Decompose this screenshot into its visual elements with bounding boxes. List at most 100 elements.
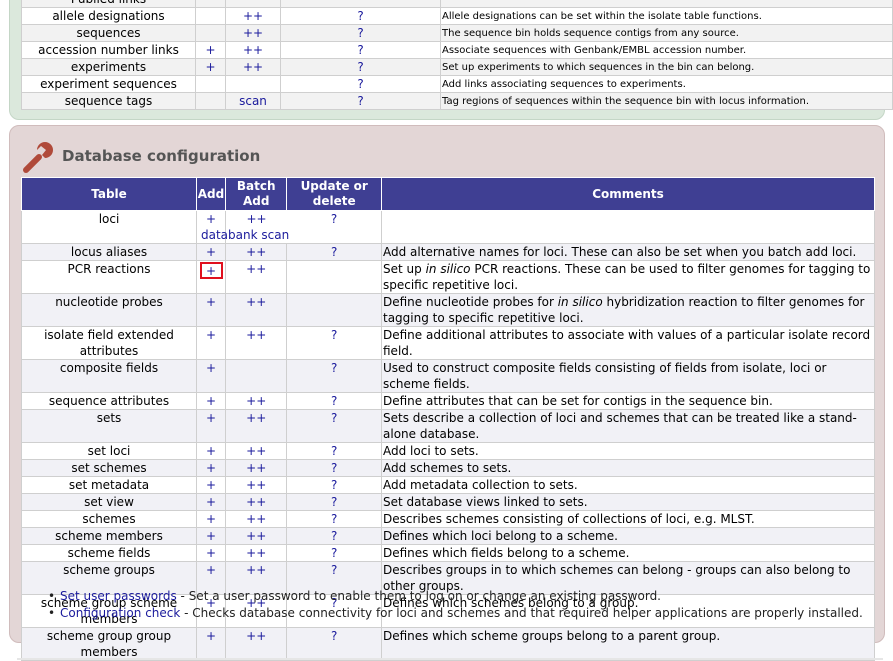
update-link[interactable]: ?	[331, 494, 337, 510]
batch-add-link[interactable]: ++	[225, 41, 281, 59]
table-row: set loci + ++? Add loci to sets.	[21, 442, 875, 460]
add-link[interactable]: +	[206, 443, 216, 459]
batch-add-link[interactable]: ++	[246, 511, 266, 527]
add-link[interactable]: +	[206, 244, 216, 260]
add-link-highlighted[interactable]: +	[199, 262, 223, 279]
add-link[interactable]: +	[206, 460, 216, 476]
batch-add-cell: ++	[224, 527, 288, 545]
add-link[interactable]: +	[206, 327, 216, 343]
comment: The sequence bin holds sequence contigs …	[440, 24, 893, 42]
update-link[interactable]: ?	[331, 477, 337, 493]
update-link[interactable]: ?	[331, 410, 337, 426]
batch-add-link[interactable]: ++	[246, 460, 266, 476]
set-user-passwords-link[interactable]: Set user passwords	[60, 589, 177, 603]
batch-add-link[interactable]: ++	[246, 562, 266, 578]
batch-add-link[interactable]: ++	[246, 628, 266, 644]
batch-add-link[interactable]: ++	[246, 244, 266, 260]
update-link[interactable]: ?	[331, 460, 337, 476]
add-link[interactable]: +	[206, 410, 216, 426]
table-row: sets + ++? Sets describe a collection of lo…	[21, 409, 875, 443]
comment: Define additional attributes to associat…	[381, 326, 875, 360]
batch-add-link[interactable]: ++	[246, 212, 266, 226]
add-link[interactable]: +	[206, 494, 216, 510]
add-link[interactable]: +	[206, 212, 216, 226]
batch-add-link[interactable]: ++	[246, 393, 266, 409]
batch-add-link[interactable]: ++	[246, 294, 266, 310]
table-name: scheme members	[21, 527, 197, 545]
update-link[interactable]: ?	[331, 562, 337, 578]
comment: Used to construct composite fields consi…	[381, 359, 875, 393]
update-link[interactable]: ?	[280, 24, 441, 42]
update-link[interactable]: ?	[280, 7, 441, 25]
add-link[interactable]: +	[195, 58, 226, 76]
databank-scan-link[interactable]: databank scan	[201, 228, 289, 242]
update-link[interactable]: ?	[280, 75, 441, 93]
add-link[interactable]: +	[206, 562, 216, 578]
update-link[interactable]: ?	[331, 212, 337, 226]
table-row: isolate field extended attributes + ++? Def…	[21, 326, 875, 360]
add-link[interactable]: +	[206, 545, 216, 561]
comment: Allele designations can be set within th…	[440, 7, 893, 25]
batch-add-link[interactable]: ++	[225, 7, 281, 25]
table-name: allele designations	[21, 7, 196, 25]
batch-add-cell: ++	[224, 260, 288, 294]
header-update-delete: Update or delete	[286, 177, 382, 211]
batch-add-cell: ++	[224, 293, 288, 327]
add-link	[195, 24, 226, 42]
add-cell: +	[196, 442, 226, 460]
add-link[interactable]: +	[206, 528, 216, 544]
batch-add-link[interactable]: ++	[246, 410, 266, 426]
update-link[interactable]: ?	[280, 58, 441, 76]
update-cell: ?	[286, 442, 382, 460]
add-cell: +	[196, 409, 226, 443]
update-link[interactable]: ?	[331, 327, 337, 343]
table-row: loci + ++? databank scan	[21, 210, 875, 244]
update-link[interactable]: ?	[280, 41, 441, 59]
comment: Add schemes to sets.	[381, 459, 875, 477]
add-link[interactable]: +	[195, 41, 226, 59]
update-link[interactable]: ?	[331, 360, 337, 376]
batch-add-cell: ++	[224, 442, 288, 460]
batch-add-cell: ++	[224, 409, 288, 443]
list-item: Set user passwords - Set a user password…	[48, 588, 863, 605]
add-link[interactable]: +	[206, 477, 216, 493]
batch-add-link[interactable]: ++	[246, 443, 266, 459]
add-link[interactable]: +	[206, 511, 216, 527]
batch-add-link[interactable]: ++	[246, 528, 266, 544]
add-link[interactable]: +	[206, 360, 216, 376]
batch-add-link	[225, 75, 281, 93]
comment: Add links associating sequences to exper…	[440, 75, 893, 93]
update-link[interactable]: ?	[331, 511, 337, 527]
header-comments: Comments	[381, 177, 875, 211]
link-description: - Set a user password to enable them to …	[176, 589, 661, 603]
add-cell: +	[196, 493, 226, 511]
batch-add-link[interactable]: ++	[246, 327, 266, 343]
update-cell	[286, 260, 382, 294]
update-cell: ?	[286, 243, 382, 261]
update-link	[280, 0, 441, 8]
add-link[interactable]: +	[206, 628, 216, 644]
batch-add-link[interactable]: ++	[246, 261, 266, 277]
add-link[interactable]: +	[206, 294, 216, 310]
add-link[interactable]: +	[206, 393, 216, 409]
comment: Set up experiments to which sequences in…	[440, 58, 893, 76]
update-link[interactable]: ?	[280, 92, 441, 110]
batch-add-link[interactable]: ++	[246, 494, 266, 510]
update-link[interactable]: ?	[331, 443, 337, 459]
update-link[interactable]: ?	[331, 393, 337, 409]
header-batch-add: Batch Add	[224, 177, 288, 211]
batch-add-link[interactable]: ++	[225, 58, 281, 76]
batch-add-link[interactable]: scan	[225, 92, 281, 110]
update-link[interactable]: ?	[331, 628, 337, 644]
configuration-check-link[interactable]: Configuration check	[60, 606, 180, 620]
update-link[interactable]: ?	[331, 244, 337, 260]
batch-add-link[interactable]: ++	[225, 24, 281, 42]
batch-add-link[interactable]: ++	[246, 477, 266, 493]
table-row: scheme group group members + ++? Defines wh…	[21, 627, 875, 661]
table-header-row: Table Add Batch Add Update or delete Com…	[21, 177, 875, 211]
batch-add-link[interactable]: ++	[246, 545, 266, 561]
divider	[17, 658, 883, 660]
table-name: experiments	[21, 58, 196, 76]
update-link[interactable]: ?	[331, 528, 337, 544]
update-link[interactable]: ?	[331, 545, 337, 561]
